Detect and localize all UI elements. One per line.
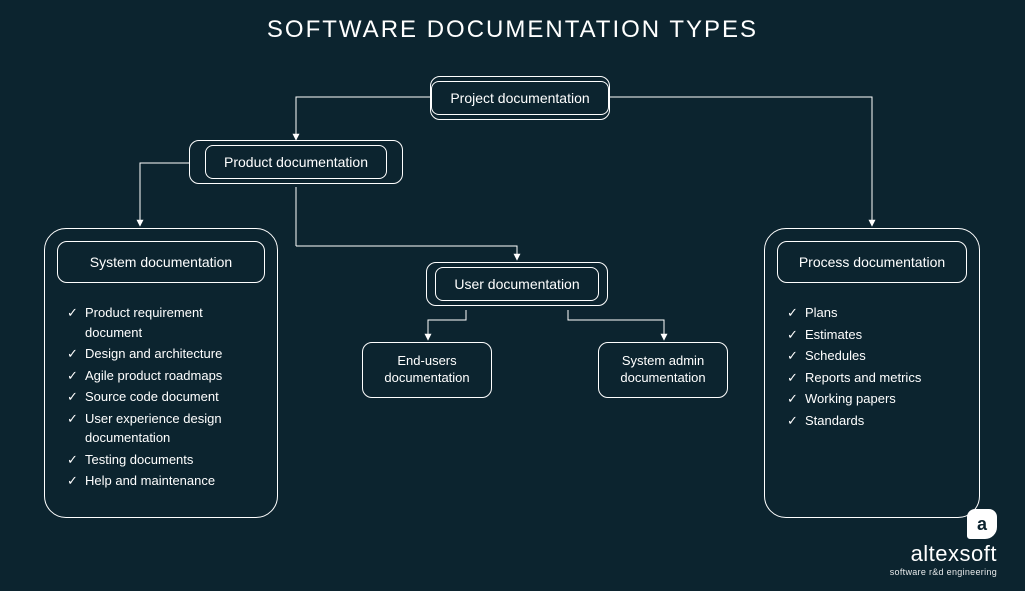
panel-header: System documentation xyxy=(57,241,265,283)
list-item: Working papers xyxy=(805,389,959,409)
node-label: User documentation xyxy=(435,267,598,301)
panel-header: Process documentation xyxy=(777,241,967,283)
node-label: System admin documentation xyxy=(620,353,705,385)
list-item: Product requirement document xyxy=(85,303,257,342)
panel-system-documentation: System documentation Product requirement… xyxy=(44,228,278,518)
brand-name: altexsoft xyxy=(890,541,997,567)
diagram-title: SOFTWARE DOCUMENTATION TYPES xyxy=(0,16,1025,44)
node-label: Product documentation xyxy=(205,145,387,179)
process-doc-list: Plans Estimates Schedules Reports and me… xyxy=(777,297,967,438)
node-project-documentation: Project documentation xyxy=(430,76,610,120)
list-item: Schedules xyxy=(805,346,959,366)
node-product-documentation: Product documentation xyxy=(189,140,403,184)
node-sysadmin-documentation: System admin documentation xyxy=(598,342,728,398)
brand-tagline: software r&d engineering xyxy=(890,567,997,577)
list-item: Plans xyxy=(805,303,959,323)
list-item: Help and maintenance xyxy=(85,471,257,491)
node-label: End-users documentation xyxy=(384,353,469,385)
system-doc-list: Product requirement document Design and … xyxy=(57,297,265,499)
list-item: Source code document xyxy=(85,387,257,407)
list-item: Testing documents xyxy=(85,450,257,470)
list-item: Standards xyxy=(805,411,959,431)
node-label: Project documentation xyxy=(431,81,608,115)
node-endusers-documentation: End-users documentation xyxy=(362,342,492,398)
list-item: Estimates xyxy=(805,325,959,345)
node-user-documentation: User documentation xyxy=(426,262,608,306)
list-item: User experience design documentation xyxy=(85,409,257,448)
list-item: Agile product roadmaps xyxy=(85,366,257,386)
brand-logo-icon: a xyxy=(967,509,997,539)
list-item: Design and architecture xyxy=(85,344,257,364)
list-item: Reports and metrics xyxy=(805,368,959,388)
brand-footer: a altexsoft software r&d engineering xyxy=(890,509,997,577)
panel-process-documentation: Process documentation Plans Estimates Sc… xyxy=(764,228,980,518)
